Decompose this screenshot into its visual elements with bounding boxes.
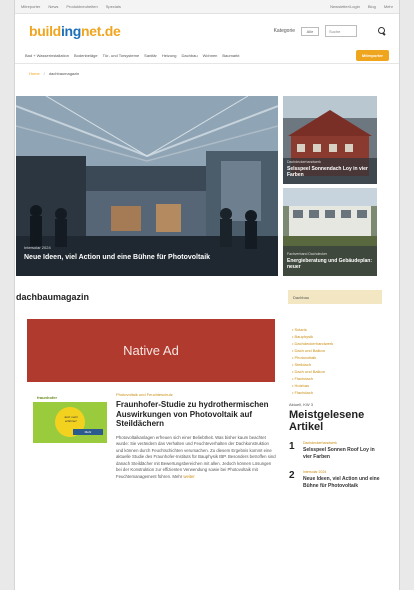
- article-thumbnail[interactable]: fraunhofer Jetzt mehr erfahren! Mehr: [33, 393, 107, 443]
- nav-item-wohnen[interactable]: Wohnen: [203, 53, 218, 58]
- most-read-rank: 1: [289, 441, 295, 452]
- most-read-item[interactable]: 2 Intersolar 2024 Neue Ideen, viel Actio…: [289, 470, 383, 489]
- topbar-link-mehr[interactable]: Mehr: [384, 4, 393, 9]
- most-read-item-kicker: Intersolar 2024: [303, 470, 327, 474]
- hero-caption: Intersolar 2024 Neue Ideen, viel Action …: [24, 245, 244, 262]
- most-read-title: Meistgelesene Artikel: [289, 409, 365, 433]
- article-kicker: Photovoltaik und Feuchteschutz: [116, 392, 173, 397]
- breadcrumb-separator: /: [43, 70, 45, 76]
- nav-item-bad[interactable]: Bad + Wasserinstallation: [25, 53, 69, 58]
- nav-item-sanitaer[interactable]: Sanitär: [144, 53, 157, 58]
- topbar-link-newsletter[interactable]: Newsletter/Login: [330, 4, 360, 9]
- most-read-box: Aktuell, KW 3 Meistgelesene Artikel 1 Da…: [289, 402, 383, 499]
- topbar-link-news[interactable]: News: [48, 4, 58, 9]
- article-title[interactable]: Fraunhofer-Studie zu hydrothermischen Au…: [116, 400, 276, 429]
- side-teaser-1-title[interactable]: Selsspeel Sonnendach Loy in vier Farben: [287, 166, 373, 178]
- topbar-link-blog[interactable]: Blog: [368, 4, 376, 9]
- side-teaser-1[interactable]: Dachdeckerhandwerk Selsspeel Sonnendach …: [283, 96, 377, 184]
- fraunhofer-logo: fraunhofer: [37, 395, 57, 400]
- sidebar-item[interactable]: Solaris: [292, 326, 382, 333]
- article-body-text: Photovoltaikanlagen erfreuen sich einer …: [116, 434, 276, 480]
- thumb-text: Jetzt mehr erfahren!: [63, 415, 78, 423]
- site-logo[interactable]: buildingnet.de: [29, 23, 121, 39]
- most-read-rank: 2: [289, 470, 295, 481]
- native-ad-label: Native Ad: [123, 343, 179, 358]
- nav-item-heizung[interactable]: Heizung: [162, 53, 177, 58]
- side-teaser-2[interactable]: Fachverband Dachdecker Energieberatung u…: [283, 188, 377, 276]
- hero-teaser[interactable]: Intersolar 2024 Neue Ideen, viel Action …: [16, 96, 278, 276]
- most-read-item-title[interactable]: Selsspeel Sonnen Roof Loy in vier Farben: [303, 447, 383, 460]
- kategorie-select[interactable]: Alle: [301, 26, 319, 36]
- hero-kicker: Intersolar 2024: [24, 245, 51, 250]
- nav-item-dachbau[interactable]: Dachbau: [182, 53, 198, 58]
- sidebar-item[interactable]: Dach und Balkon: [292, 347, 382, 354]
- most-read-item[interactable]: 1 Dachdeckerhandwerk Selsspeel Sonnen Ro…: [289, 441, 383, 460]
- sidebar-heading: Dachbau: [288, 290, 382, 304]
- search-input[interactable]: Suche: [325, 25, 357, 37]
- kategorie-label: Kategorie: [273, 28, 295, 34]
- sidebar-item[interactable]: Photovoltaik: [292, 354, 382, 361]
- sidebar-item[interactable]: Flachdach: [292, 389, 382, 396]
- top-utility-bar: Mitreporter News Produktneuheiten Specia…: [15, 0, 399, 14]
- main-nav: Bad + Wasserinstallation Bodenbeläge Tür…: [15, 48, 399, 64]
- breadcrumb-home[interactable]: Home: [29, 71, 40, 76]
- sidebar-list: Solaris Bauphysik Dachdeckerhandwerk Dac…: [288, 326, 382, 396]
- topbar-link-specials[interactable]: Specials: [106, 4, 121, 9]
- nav-item-baumarkt[interactable]: Baumarkt: [222, 53, 239, 58]
- sidebar-item[interactable]: Dach und Balkon: [292, 368, 382, 375]
- article-more-link[interactable]: weiter: [183, 474, 194, 479]
- breadcrumb: Home / dachbaumagazin: [15, 64, 399, 82]
- most-read-item-title[interactable]: Neue Ideen, viel Action und eine Bühne f…: [303, 476, 383, 489]
- topbar-link-mitreporter[interactable]: Mitreporter: [21, 4, 40, 9]
- hero-title[interactable]: Neue Ideen, viel Action und eine Bühne f…: [24, 253, 244, 262]
- side-teaser-1-caption: Dachdeckerhandwerk Selsspeel Sonnendach …: [287, 160, 373, 178]
- section-title: dachbaumagazin: [16, 292, 90, 302]
- article-body: Photovoltaikanlagen erfreuen sich einer …: [116, 435, 276, 481]
- sidebar-item[interactable]: Holzbau: [292, 382, 382, 389]
- side-teaser-2-kicker: Fachverband Dachdecker: [287, 252, 328, 256]
- nav-item-tuer[interactable]: Tür- und Torsysteme: [103, 53, 140, 58]
- sidebar-item[interactable]: Flachdach: [292, 375, 382, 382]
- breadcrumb-current: dachbaumagazin: [48, 70, 80, 76]
- sidebar-category-box: Dachbau Solaris Bauphysik Dachdeckerhand…: [288, 290, 382, 396]
- side-teaser-1-kicker: Dachdeckerhandwerk: [287, 160, 321, 164]
- side-teaser-2-caption: Fachverband Dachdecker Energieberatung u…: [287, 252, 373, 270]
- search-icon[interactable]: [377, 26, 387, 36]
- mitreporter-button[interactable]: Mitreporter: [355, 50, 389, 61]
- most-read-item-kicker: Dachdeckerhandwerk: [303, 441, 337, 445]
- sidebar-item[interactable]: Bauphysik: [292, 333, 382, 340]
- site-header: buildingnet.de Kategorie Alle Suche: [15, 14, 399, 48]
- most-read-kicker: Aktuell, KW 3: [289, 402, 314, 407]
- sidebar-item[interactable]: Steildach: [292, 361, 382, 368]
- side-teaser-2-title[interactable]: Energieberatung und Gebäudeplan: neuer: [287, 258, 373, 270]
- sidebar-item[interactable]: Dachdeckerhandwerk: [292, 340, 382, 347]
- topbar-link-produktneuheiten[interactable]: Produktneuheiten: [66, 4, 97, 9]
- native-ad[interactable]: Native Ad: [27, 319, 275, 382]
- thumb-button: Mehr: [73, 429, 103, 435]
- nav-item-bodenbelaege[interactable]: Bodenbeläge: [74, 53, 98, 58]
- article-teaser: Photovoltaik und Feuchteschutz Fraunhofe…: [116, 392, 276, 481]
